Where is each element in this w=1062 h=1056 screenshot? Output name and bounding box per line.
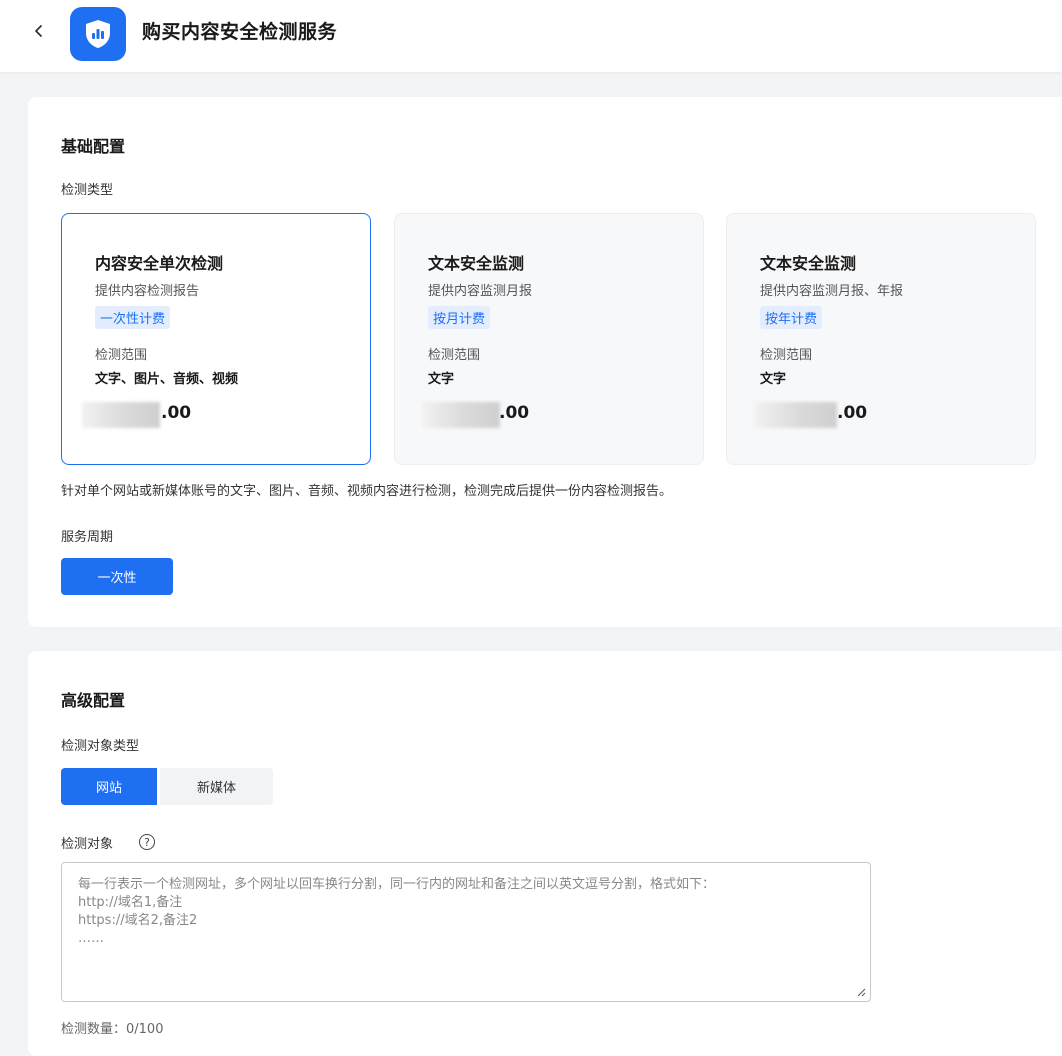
- detection-type-label: 检测类型: [61, 183, 114, 198]
- plan-card-text-monthly[interactable]: 文本安全监测 提供内容监测月报 按月计费 检测范围 文字 .00: [394, 213, 704, 465]
- range-label: 检测范围: [95, 348, 148, 363]
- price-decimal: .00: [161, 403, 192, 423]
- billing-tag: 按年计费: [760, 306, 823, 329]
- billing-tag: 一次性计费: [95, 306, 171, 329]
- card-title: 内容安全单次检测: [95, 254, 224, 273]
- basic-config-panel: 基础配置 检测类型 内容安全单次检测 提供内容检测报告 一次性计费 检测范围 文…: [28, 97, 1062, 627]
- range-value: 文字: [760, 372, 787, 387]
- billing-tag: 按月计费: [428, 306, 491, 329]
- card-desc: 提供内容监测月报: [428, 284, 533, 299]
- service-period-once-button[interactable]: 一次性: [61, 558, 173, 595]
- price-blurred: [754, 402, 837, 428]
- range-value: 文字: [428, 372, 455, 387]
- price-blurred: [422, 402, 500, 428]
- price-blurred: [82, 402, 160, 428]
- range-value: 文字、图片、音频、视频: [95, 372, 239, 387]
- page-title: 购买内容安全检测服务: [142, 21, 338, 43]
- plan-card-text-yearly[interactable]: 文本安全监测 提供内容监测月报、年报 按年计费 检测范围 文字 .00: [726, 213, 1036, 465]
- card-desc: 提供内容检测报告: [95, 284, 200, 299]
- price-decimal: .00: [837, 403, 868, 423]
- card-title: 文本安全监测: [428, 254, 525, 273]
- back-button[interactable]: [28, 18, 50, 44]
- chevron-left-icon: [35, 25, 42, 37]
- basic-config-title: 基础配置: [61, 137, 126, 156]
- resize-handle-icon[interactable]: [856, 987, 866, 997]
- plan-card-single-detection[interactable]: 内容安全单次检测 提供内容检测报告 一次性计费 检测范围 文字、图片、音频、视频…: [61, 213, 371, 465]
- range-label: 检测范围: [428, 348, 481, 363]
- question-circle-icon[interactable]: ?: [139, 834, 155, 850]
- app-logo: [70, 7, 126, 61]
- target-count-text: 检测数量：0/100: [61, 1022, 164, 1037]
- shield-chart-icon: [86, 20, 110, 48]
- price-decimal: .00: [499, 403, 530, 423]
- target-type-new-media-button[interactable]: 新媒体: [160, 768, 273, 805]
- target-textarea-wrapper: [61, 862, 871, 1002]
- target-label: 检测对象: [61, 837, 114, 852]
- range-label: 检测范围: [760, 348, 813, 363]
- card-title: 文本安全监测: [760, 254, 857, 273]
- top-header: 购买内容安全检测服务: [0, 0, 1062, 72]
- advanced-config-panel: 高级配置 检测对象类型 网站 新媒体 检测对象 ? 检测数量：0/100: [28, 651, 1062, 1056]
- advanced-config-title: 高级配置: [61, 691, 126, 710]
- target-textarea[interactable]: [62, 863, 870, 1001]
- target-type-label: 检测对象类型: [61, 739, 140, 754]
- card-desc: 提供内容监测月报、年报: [760, 284, 904, 299]
- plan-description: 针对单个网站或新媒体账号的文字、图片、音频、视频内容进行检测，检测完成后提供一份…: [61, 484, 673, 499]
- service-period-label: 服务周期: [61, 530, 114, 545]
- target-type-website-button[interactable]: 网站: [61, 768, 157, 805]
